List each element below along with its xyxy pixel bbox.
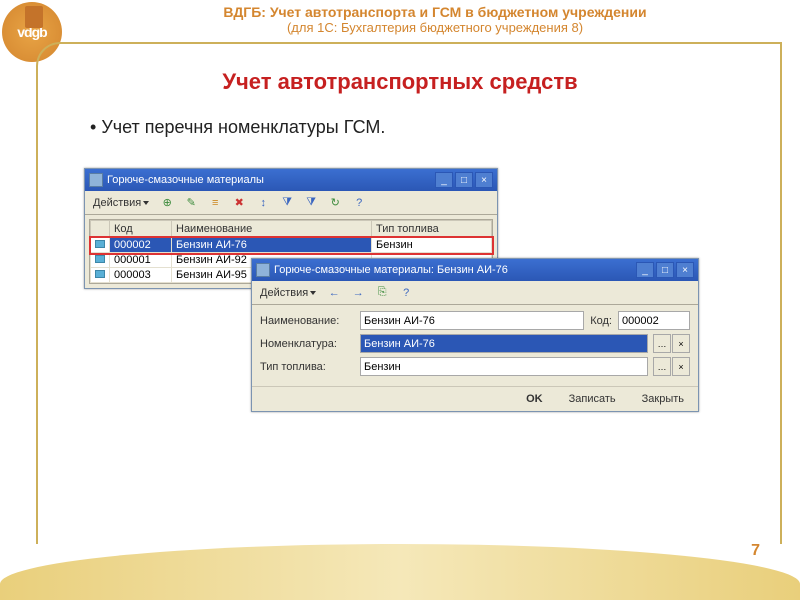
maximize-button[interactable]: □ (455, 172, 473, 188)
input-code[interactable]: 000002 (618, 311, 690, 330)
form-footer: OK Записать Закрыть (252, 386, 698, 411)
close-button[interactable]: × (676, 262, 694, 278)
write-button[interactable]: Записать (561, 391, 624, 407)
decor-wave (0, 544, 800, 600)
input-nomen[interactable]: Бензин АИ-76 (360, 334, 648, 353)
table-row[interactable]: 000002Бензин АИ-76Бензин (91, 238, 492, 253)
picker-clear-icon[interactable]: × (672, 357, 690, 376)
minimize-button[interactable]: _ (435, 172, 453, 188)
label-code: Код: (590, 315, 612, 327)
toolbar: Действия ← → ⎘ ? (252, 281, 698, 305)
bullet-text: Учет перечня номенклатуры ГСМ. (90, 117, 800, 138)
row-icon (95, 270, 105, 278)
actions-menu[interactable]: Действия (256, 287, 320, 299)
input-fuel[interactable]: Бензин (360, 357, 648, 376)
col-code[interactable]: Код (110, 221, 172, 238)
page-number: 7 (751, 542, 760, 560)
label-fuel: Тип топлива: (260, 361, 354, 373)
decor-border (780, 42, 782, 544)
titlebar[interactable]: Горюче-смазочные материалы: Бензин АИ-76… (252, 259, 698, 281)
filter-icon[interactable]: ⧩ (277, 193, 297, 213)
help-icon[interactable]: ? (396, 283, 416, 303)
row-icon (95, 240, 105, 248)
next-icon[interactable]: → (348, 283, 368, 303)
col-fuel[interactable]: Тип топлива (372, 221, 492, 238)
decor-border (36, 66, 38, 544)
page-title: Учет автотранспортных средств (0, 69, 800, 95)
delete-icon[interactable]: ✖ (229, 193, 249, 213)
row-icon (95, 255, 105, 263)
slide-header: ВДГБ: Учет автотранспорта и ГСМ в бюджет… (0, 0, 800, 37)
label-nomen: Номенклатура: (260, 338, 354, 350)
picker-select-icon[interactable]: … (653, 334, 671, 353)
picker-select-icon[interactable]: … (653, 357, 671, 376)
window-gsm-form: Горюче-смазочные материалы: Бензин АИ-76… (251, 258, 699, 412)
input-name[interactable]: Бензин АИ-76 (360, 311, 584, 330)
form-body: Наименование: Бензин АИ-76 Код: 000002 Н… (252, 305, 698, 386)
close-button[interactable]: Закрыть (634, 391, 692, 407)
move-up-icon[interactable]: ↕ (253, 193, 273, 213)
refresh-icon[interactable]: ↻ (325, 193, 345, 213)
ok-button[interactable]: OK (518, 391, 551, 407)
actions-menu[interactable]: Действия (89, 197, 153, 209)
close-button[interactable]: × (475, 172, 493, 188)
toolbar: Действия ⊕ ✎ ≡ ✖ ↕ ⧩ ⧩ ↻ ? (85, 191, 497, 215)
edit-icon[interactable]: ✎ (181, 193, 201, 213)
app-icon (256, 263, 270, 277)
col-name[interactable]: Наименование (172, 221, 372, 238)
decor-border (76, 42, 782, 44)
window-title: Горюче-смазочные материалы: Бензин АИ-76 (274, 264, 636, 276)
maximize-button[interactable]: □ (656, 262, 674, 278)
picker-clear-icon[interactable]: × (672, 334, 690, 353)
label-name: Наименование: (260, 315, 354, 327)
titlebar[interactable]: Горюче-смазочные материалы _ □ × (85, 169, 497, 191)
filter-clear-icon[interactable]: ⧩ (301, 193, 321, 213)
copy-icon[interactable]: ≡ (205, 193, 225, 213)
help-icon[interactable]: ? (349, 193, 369, 213)
add-icon[interactable]: ⊕ (157, 193, 177, 213)
prev-icon[interactable]: ← (324, 283, 344, 303)
save-icon[interactable]: ⎘ (372, 283, 392, 303)
app-icon (89, 173, 103, 187)
header-line2: (для 1С: Бухгалтерия бюджетного учрежден… (70, 20, 800, 35)
minimize-button[interactable]: _ (636, 262, 654, 278)
header-line1: ВДГБ: Учет автотранспорта и ГСМ в бюджет… (70, 4, 800, 20)
window-title: Горюче-смазочные материалы (107, 174, 435, 186)
